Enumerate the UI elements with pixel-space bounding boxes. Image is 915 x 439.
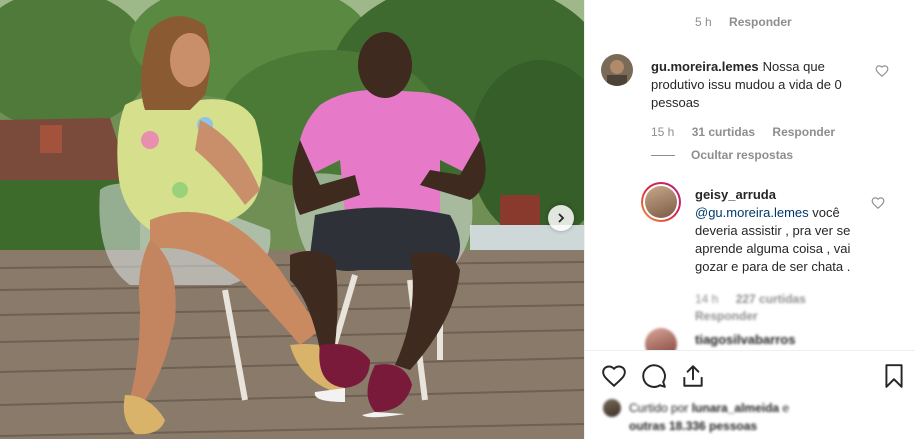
comment-time: 15 h <box>651 125 675 139</box>
liked-by-others[interactable]: outras 18.336 pessoas <box>629 419 757 433</box>
comment-meta: 15 h 31 curtidas Responder <box>651 125 849 139</box>
reply-mention[interactable]: @gu.moreira.lemes <box>695 205 809 220</box>
post-image <box>0 0 584 439</box>
reply-likes[interactable]: 227 curtidas <box>736 292 806 306</box>
comment-text-block: gu.moreira.lemes Nossa que produtivo issu… <box>651 58 875 112</box>
reply-button[interactable]: Responder <box>729 15 792 29</box>
comments-list: 5 h Responder gu.moreira.lemes Nossa que … <box>585 0 915 350</box>
reply-time: 14 h <box>695 292 719 306</box>
comment-icon[interactable] <box>641 363 667 389</box>
heart-icon[interactable] <box>875 64 889 78</box>
post-photo <box>0 0 584 439</box>
comment-likes[interactable]: 31 curtidas <box>692 125 755 139</box>
bookmark-icon[interactable] <box>881 363 907 389</box>
reply-text-block: geisy_arruda @gu.moreira.lemes você deve… <box>695 186 871 276</box>
next-slide-button[interactable] <box>548 205 574 231</box>
comments-panel: 5 h Responder gu.moreira.lemes Nossa que … <box>584 0 915 439</box>
comment-username[interactable]: gu.moreira.lemes <box>651 59 759 74</box>
hide-replies-button[interactable]: Ocultar respostas <box>651 148 793 162</box>
avatar[interactable] <box>601 54 633 86</box>
previous-comment-meta: 5 h Responder <box>695 15 806 29</box>
hide-replies-label: Ocultar respostas <box>691 148 794 162</box>
divider <box>651 154 675 156</box>
reply-button[interactable]: Responder <box>772 125 835 139</box>
share-icon[interactable] <box>680 363 706 389</box>
reply-username[interactable]: tiagosilvabarros <box>695 332 795 347</box>
reply-button[interactable]: Responder <box>695 309 758 323</box>
comment-time: 5 h <box>695 15 712 29</box>
chevron-right-icon <box>558 213 565 223</box>
reply-meta: 14 h 227 curtidas <box>695 292 820 306</box>
action-bar: Curtido por lunara_almeida e outras 18.3… <box>585 350 915 439</box>
avatar[interactable] <box>645 328 677 350</box>
avatar <box>603 399 621 417</box>
liked-by-prefix: Curtido por <box>629 401 692 415</box>
reply-username[interactable]: geisy_arruda <box>695 187 776 202</box>
liked-by-user[interactable]: lunara_almeida <box>692 401 779 415</box>
avatar[interactable] <box>641 182 681 222</box>
heart-icon[interactable] <box>871 196 885 210</box>
liked-by-middle: e <box>779 401 790 415</box>
heart-icon[interactable] <box>601 363 627 389</box>
liked-by-text: Curtido por lunara_almeida e outras 18.3… <box>629 399 849 435</box>
